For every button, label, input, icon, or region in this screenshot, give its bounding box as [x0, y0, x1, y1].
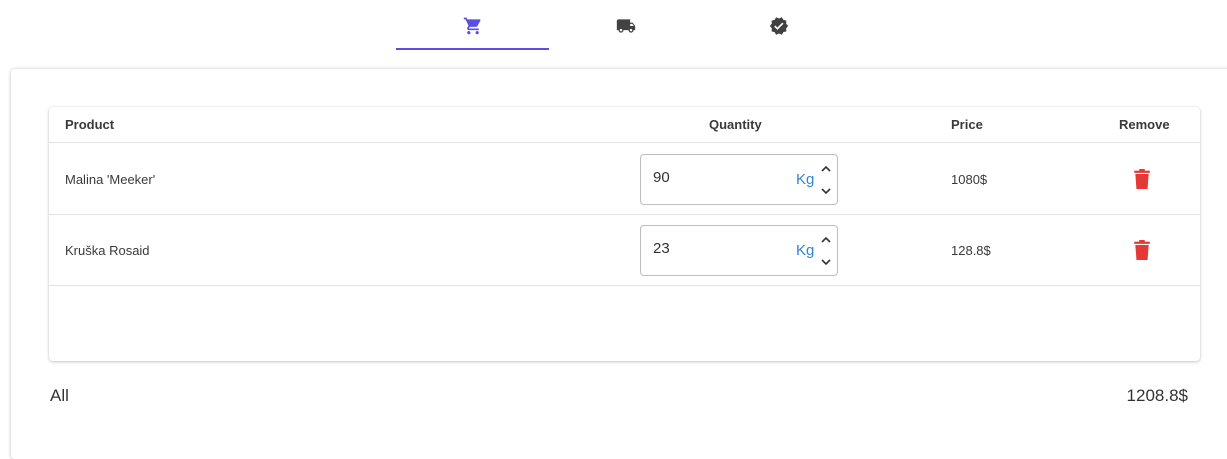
header-price: Price	[951, 117, 983, 132]
table-row: Kruška Rosaid Kg 128.8$	[49, 214, 1200, 286]
cart-icon	[463, 17, 481, 35]
product-price: 128.8$	[951, 243, 991, 258]
quantity-input[interactable]	[653, 169, 753, 186]
quantity-unit: Kg	[796, 242, 815, 259]
truck-icon	[616, 19, 635, 33]
header-product: Product	[65, 117, 115, 132]
header-remove: Remove	[1119, 117, 1170, 132]
quantity-stepper[interactable]: Kg	[640, 154, 838, 205]
tab-shipping[interactable]	[549, 0, 702, 50]
trash-icon[interactable]	[1134, 169, 1150, 189]
table-header: Product Quantity Price Remove	[49, 107, 1200, 143]
quantity-unit: Kg	[796, 171, 815, 188]
quantity-input[interactable]	[653, 240, 753, 257]
total-value: 1208.8$	[1126, 386, 1188, 405]
cart-card: Product Quantity Price Remove Malina 'Me…	[11, 69, 1227, 459]
chevron-down-icon[interactable]	[818, 254, 834, 270]
chevron-down-icon[interactable]	[818, 183, 834, 199]
header-quantity: Quantity	[709, 117, 762, 132]
tab-cart[interactable]	[396, 0, 549, 50]
checkout-stepper	[396, 0, 846, 50]
trash-icon[interactable]	[1134, 240, 1150, 260]
table-row: Malina 'Meeker' Kg 1080$	[49, 143, 1200, 215]
verified-check-icon	[769, 17, 788, 35]
total-label: All	[50, 386, 69, 405]
product-name: Kruška Rosaid	[65, 243, 150, 258]
chevron-up-icon[interactable]	[818, 232, 834, 248]
quantity-stepper[interactable]: Kg	[640, 225, 838, 276]
chevron-up-icon[interactable]	[818, 161, 834, 177]
cart-table: Product Quantity Price Remove Malina 'Me…	[49, 107, 1200, 361]
product-name: Malina 'Meeker'	[65, 172, 156, 187]
product-price: 1080$	[951, 172, 988, 187]
tab-confirm[interactable]	[702, 0, 855, 50]
